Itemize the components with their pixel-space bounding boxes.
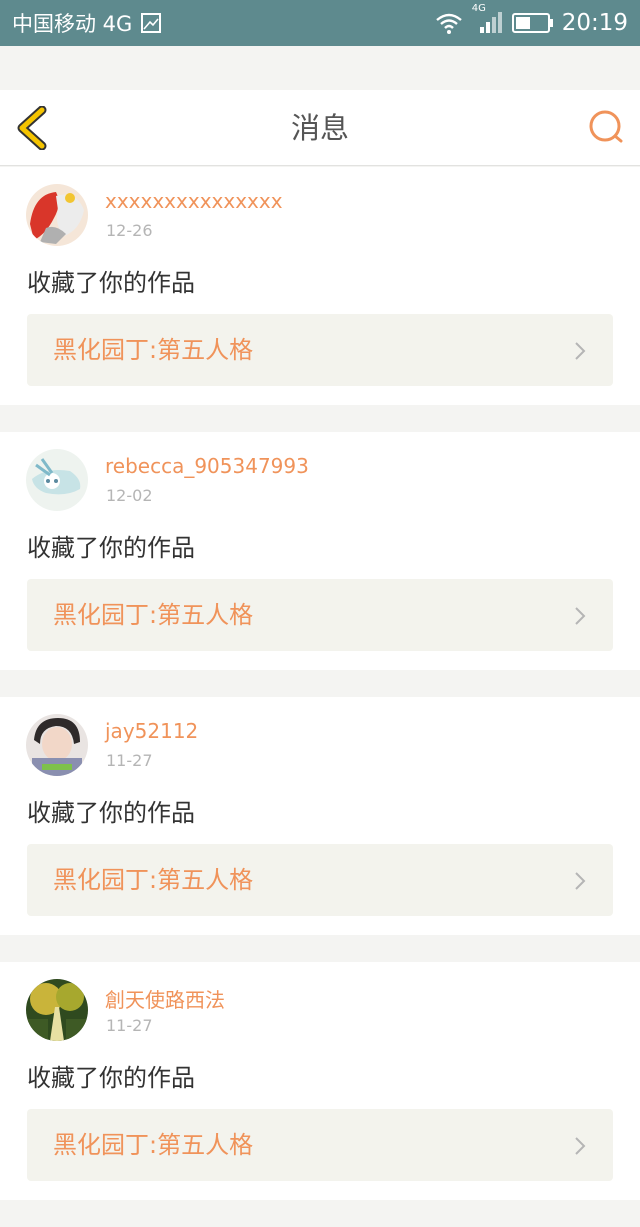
work-title: 黑化园丁:第五人格 [53,866,254,894]
status-bar: 中国移动 4G 4G 20:19 [0,0,640,46]
username[interactable]: rebecca_905347993 [105,454,309,478]
spacer [0,46,640,90]
message-date: 11-27 [106,751,153,770]
work-link[interactable]: 黑化园丁:第五人格 [27,1109,613,1181]
action-text: 收藏了你的作品 [27,534,195,562]
username[interactable]: 創天使路西法 [105,984,225,1013]
app-header: 消息 [0,90,640,166]
avatar[interactable] [26,449,88,511]
username[interactable]: jay52112 [105,719,198,743]
message-card: rebecca_905347993 12-02 收藏了你的作品 黑化园丁:第五人… [0,432,640,670]
work-title: 黑化园丁:第五人格 [53,601,254,629]
action-text: 收藏了你的作品 [27,799,195,827]
work-link[interactable]: 黑化园丁:第五人格 [27,844,613,916]
chevron-right-icon [575,1137,586,1155]
message-date: 12-26 [106,221,153,240]
battery-icon [511,12,554,34]
work-title: 黑化园丁:第五人格 [53,336,254,364]
avatar[interactable] [26,979,88,1041]
message-date: 11-27 [106,1016,153,1035]
chevron-right-icon [575,342,586,360]
carrier-label: 中国移动 4G [12,12,133,36]
network-type-label: 4G [471,3,486,14]
avatar[interactable] [26,184,88,246]
signal-icon: 4G [472,3,504,35]
action-text: 收藏了你的作品 [27,1064,195,1092]
username[interactable]: xxxxxxxxxxxxxxx [105,189,283,213]
message-card: 創天使路西法 11-27 收藏了你的作品 黑化园丁:第五人格 [0,962,640,1200]
message-card: xxxxxxxxxxxxxxx 12-26 收藏了你的作品 黑化园丁:第五人格 [0,167,640,405]
search-icon [589,110,623,143]
page-title: 消息 [290,111,349,145]
image-icon [140,12,162,34]
avatar[interactable] [26,714,88,776]
message-date: 12-02 [106,486,153,505]
chevron-right-icon [575,607,586,625]
clock: 20:19 [561,10,628,36]
work-link[interactable]: 黑化园丁:第五人格 [27,579,613,651]
chevron-right-icon [575,872,586,890]
wifi-icon [434,11,464,35]
message-card: jay52112 11-27 收藏了你的作品 黑化园丁:第五人格 [0,697,640,935]
message-list: xxxxxxxxxxxxxxx 12-26 收藏了你的作品 黑化园丁:第五人格 … [0,167,640,1227]
work-link[interactable]: 黑化园丁:第五人格 [27,314,613,386]
work-title: 黑化园丁:第五人格 [53,1131,254,1159]
search-button[interactable] [586,108,626,148]
action-text: 收藏了你的作品 [27,269,195,297]
